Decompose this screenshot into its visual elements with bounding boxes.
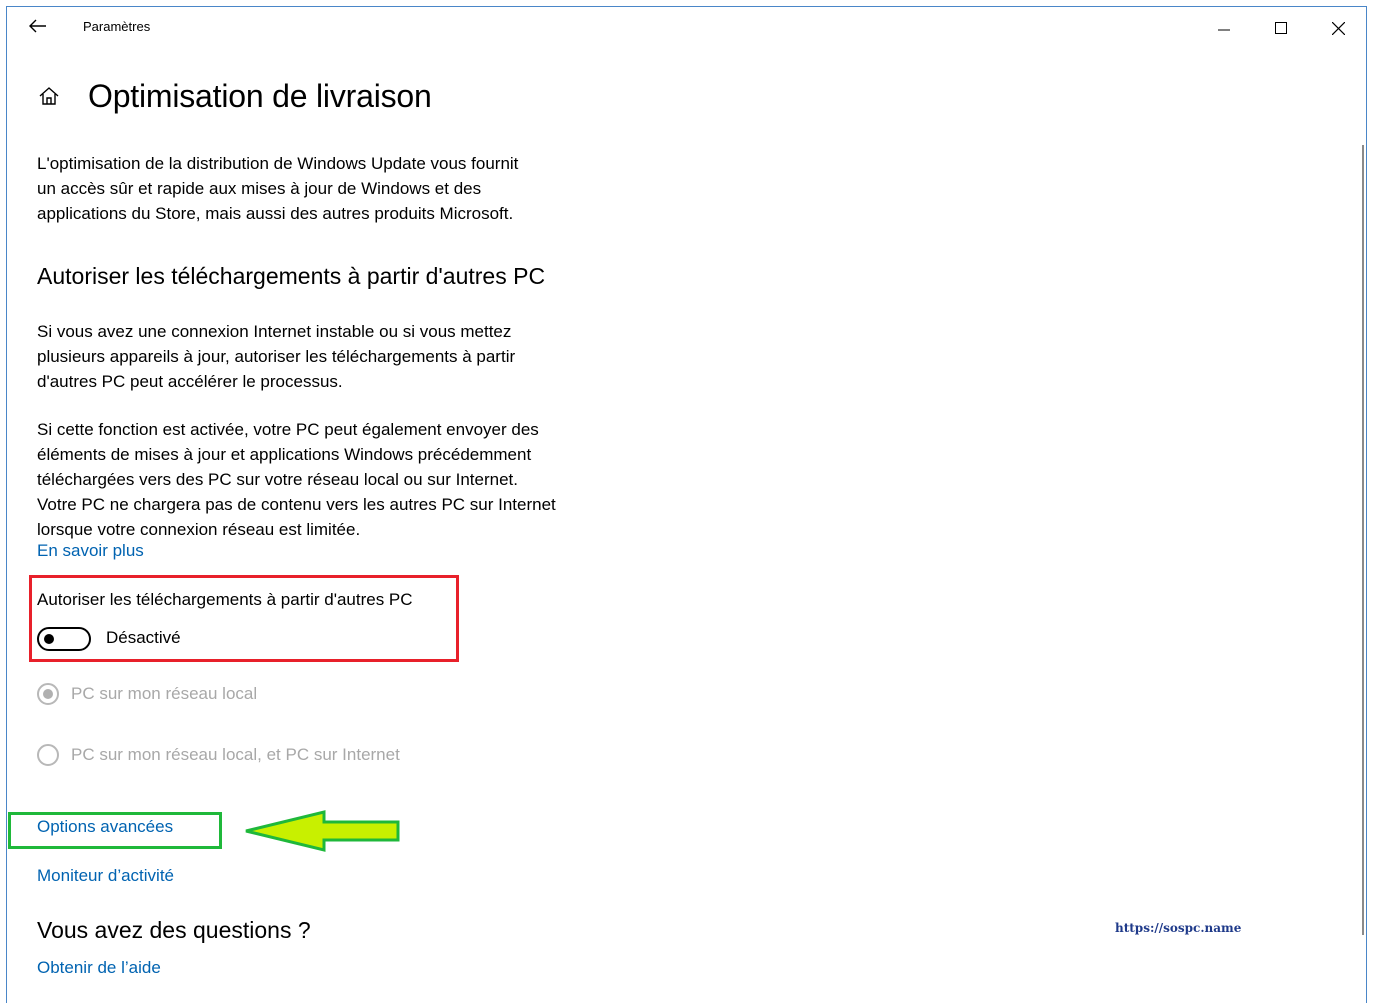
- toggle-label: Autoriser les téléchargements à partir d…: [37, 590, 413, 609]
- learn-more-link[interactable]: En savoir plus: [37, 541, 144, 561]
- intro-text: L'optimisation de la distribution de Win…: [37, 151, 597, 226]
- paragraph-line: plusieurs appareils à jour, autoriser le…: [37, 347, 516, 366]
- watermark: https://sospc.name: [1115, 921, 1242, 935]
- radio-button[interactable]: [37, 683, 59, 705]
- paragraph-line: téléchargées vers des PC sur votre résea…: [37, 470, 518, 489]
- toggle-knob: [44, 634, 54, 644]
- paragraph-line: d'autres PC peut accélérer le processus.: [37, 372, 343, 391]
- activity-monitor-link[interactable]: Moniteur d’activité: [37, 866, 174, 886]
- paragraph-line: Si vous avez une connexion Internet inst…: [37, 322, 512, 341]
- pointer-arrow-icon: [245, 810, 400, 852]
- highlight-box-red: [29, 575, 459, 662]
- back-arrow-icon: [29, 19, 46, 33]
- paragraph-line: lorsque votre connexion réseau est limit…: [37, 520, 361, 539]
- maximize-icon: [1275, 22, 1287, 34]
- radio-selected-dot: [43, 689, 53, 699]
- questions-heading: Vous avez des questions ?: [37, 917, 311, 943]
- close-icon: [1331, 21, 1345, 35]
- radio-local-and-internet[interactable]: PC sur mon réseau local, et PC sur Inter…: [37, 744, 400, 766]
- radio-local-network[interactable]: PC sur mon réseau local: [37, 683, 257, 705]
- section-heading: Autoriser les téléchargements à partir d…: [37, 263, 546, 289]
- description-paragraph-1: Si vous avez une connexion Internet inst…: [37, 319, 597, 394]
- allow-downloads-toggle[interactable]: [37, 627, 91, 651]
- minimize-button[interactable]: [1201, 13, 1247, 43]
- back-button[interactable]: [25, 15, 51, 37]
- minimize-icon: [1218, 29, 1230, 31]
- close-button[interactable]: [1315, 13, 1361, 43]
- get-help-link[interactable]: Obtenir de l’aide: [37, 958, 161, 978]
- scrollbar[interactable]: [1362, 145, 1364, 935]
- page-title: Optimisation de livraison: [88, 77, 432, 114]
- advanced-options-link[interactable]: Options avancées: [37, 817, 173, 837]
- paragraph-line: Votre PC ne chargera pas de contenu vers…: [37, 495, 556, 514]
- page-header: Optimisation de livraison: [36, 76, 432, 116]
- intro-line: applications du Store, mais aussi des au…: [37, 204, 514, 223]
- home-icon[interactable]: [36, 83, 62, 109]
- intro-line: un accès sûr et rapide aux mises à jour …: [37, 179, 482, 198]
- paragraph-line: éléments de mises à jour et applications…: [37, 445, 532, 464]
- radio-label: PC sur mon réseau local, et PC sur Inter…: [71, 745, 400, 764]
- toggle-state-text: Désactivé: [106, 628, 181, 647]
- intro-line: L'optimisation de la distribution de Win…: [37, 154, 519, 173]
- description-paragraph-2: Si cette fonction est activée, votre PC …: [37, 417, 597, 542]
- paragraph-line: Si cette fonction est activée, votre PC …: [37, 420, 539, 439]
- title-bar: Paramètres: [7, 7, 1366, 47]
- app-title: Paramètres: [83, 19, 151, 34]
- maximize-button[interactable]: [1258, 13, 1304, 43]
- radio-label: PC sur mon réseau local: [71, 684, 258, 703]
- radio-button[interactable]: [37, 744, 59, 766]
